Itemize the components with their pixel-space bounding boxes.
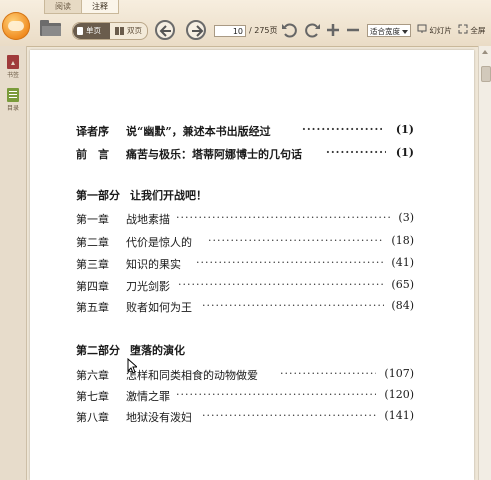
toc-entry-page: (84): [391, 299, 414, 312]
fullscreen-icon: [458, 24, 468, 34]
toc-entry[interactable]: 第一章 战地素描 ·······························…: [76, 211, 414, 229]
sidebar: 书签 目录: [0, 46, 27, 480]
toc-entry-page: (3): [398, 211, 414, 224]
double-page-label: 双页: [127, 26, 142, 35]
toc-leader: ········································…: [202, 409, 376, 422]
page-number-input[interactable]: 10: [214, 25, 246, 37]
bookmark-icon: [7, 55, 19, 69]
toc-icon: [7, 88, 19, 102]
toc-leader: ········································…: [176, 211, 390, 224]
toc-entry-page: (120): [384, 388, 414, 401]
toc-entry[interactable]: 第二章 代价是惊人的 ·····························…: [76, 234, 414, 252]
toc-entry[interactable]: 第八章 地狱没有泼妇 ·····························…: [76, 409, 414, 427]
toc-entry-label: 第八章: [76, 411, 109, 424]
slideshow-button[interactable]: 幻灯片: [417, 24, 452, 37]
toc-entry-title: 败者如何为王: [126, 301, 192, 314]
sidebar-item-bookmarks[interactable]: 书签: [2, 55, 24, 79]
zoom-mode-value: 适合宽度: [370, 27, 400, 36]
fullscreen-button[interactable]: 全屏: [458, 24, 485, 37]
rotate-right-icon[interactable]: [303, 21, 321, 39]
toc-part-label: 第二部分: [76, 344, 120, 357]
double-page-button[interactable]: 双页: [110, 23, 147, 39]
zoom-mode-select[interactable]: 适合宽度: [367, 24, 411, 37]
toc-entry-page: (1): [395, 123, 414, 136]
toc-entry-label: 第一章: [76, 213, 109, 226]
single-page-icon: [77, 27, 83, 35]
page-view-toggle: 单页 双页: [72, 22, 148, 40]
toc-leader: ········································…: [202, 299, 384, 312]
toc-entry-title: 刀光剑影: [126, 280, 170, 293]
prev-page-button[interactable]: [155, 20, 175, 40]
sidebar-item-toc[interactable]: 目录: [2, 88, 24, 112]
sidebar-item-label: 书签: [6, 72, 19, 79]
double-page-icon: [115, 27, 119, 35]
toc-leader: ········································…: [178, 278, 384, 291]
tab-read[interactable]: 阅读: [44, 0, 82, 14]
mouse-cursor-icon: [127, 358, 137, 374]
toc-entry-page: (1): [395, 146, 414, 159]
sidebar-item-label: 目录: [6, 105, 19, 112]
total-pages: / 275页: [249, 26, 278, 35]
toc-entry-label: 前 言: [76, 148, 109, 161]
toc-entry-title: 激情之罪: [126, 390, 170, 403]
toc-entry-page: (41): [391, 256, 414, 269]
toc-entry[interactable]: 第七章 激情之罪 ·······························…: [76, 388, 414, 406]
toc-entry-title: 知识的果实: [126, 258, 181, 271]
toc-part-title: 堕落的演化: [130, 344, 185, 357]
toc-leader: ·······································: [302, 123, 382, 136]
toc-entry-page: (107): [384, 367, 414, 380]
toc-leader: ········································…: [176, 388, 376, 401]
toc-entry-label: 第四章: [76, 280, 109, 293]
rotate-left-icon[interactable]: [281, 21, 299, 39]
toc-entry-title: 代价是惊人的: [126, 236, 192, 249]
toc-leader: ································: [280, 367, 376, 380]
toc-part-heading[interactable]: 第一部分 让我们开战吧！: [76, 187, 207, 203]
toc-entry-page: (65): [391, 278, 414, 291]
toc-entry[interactable]: 译者序 说“幽默”，兼述本书出版经过 ·····················…: [76, 123, 414, 141]
toc-entry-label: 第五章: [76, 301, 109, 314]
toc-entry[interactable]: 第四章 刀光剑影 ·······························…: [76, 278, 414, 296]
chevron-down-icon: [402, 30, 408, 34]
slideshow-icon: [417, 24, 427, 33]
toc-part-title: 让我们开战吧！: [130, 189, 207, 202]
toolbar: 阅读 注释 单页 双页 10 / 275页 适合宽度 幻灯片 全屏: [0, 0, 491, 47]
toc-entry-label: 第七章: [76, 390, 109, 403]
mode-tabs: 阅读 注释: [44, 0, 119, 14]
toc-entry[interactable]: 第五章 败者如何为王 ·····························…: [76, 299, 414, 317]
toc-entry[interactable]: 前 言 痛苦与极乐：塔蒂阿娜博士的几句话 ···················…: [76, 146, 414, 164]
tab-annotate[interactable]: 注释: [81, 0, 119, 14]
scroll-thumb[interactable]: [481, 66, 491, 82]
single-page-label: 单页: [86, 26, 101, 35]
toc-part-label: 第一部分: [76, 189, 120, 202]
arrow-right-icon: [192, 25, 204, 37]
toc-entry-page: (18): [391, 234, 414, 247]
toc-entry-label: 第三章: [76, 258, 109, 271]
toc-entry-page: (141): [384, 409, 414, 422]
toc-leader: ·······························: [326, 146, 386, 159]
toc-entry-title: 痛苦与极乐：塔蒂阿娜博士的几句话: [126, 148, 302, 161]
toc-entry-label: 译者序: [76, 125, 109, 138]
toc-leader: ········································…: [208, 234, 384, 247]
toc-entry-label: 第二章: [76, 236, 109, 249]
app-logo[interactable]: [2, 12, 30, 40]
toc-entry-title: 战地素描: [126, 213, 170, 226]
toc-entry-title: 说“幽默”，兼述本书出版经过: [126, 125, 271, 138]
fullscreen-label: 全屏: [470, 26, 486, 35]
zoom-out-icon[interactable]: [344, 21, 362, 39]
vertical-scrollbar[interactable]: [478, 46, 491, 480]
arrow-left-icon: [159, 25, 171, 37]
single-page-button[interactable]: 单页: [73, 23, 110, 39]
toc-entry-label: 第六章: [76, 369, 109, 382]
toc-entry[interactable]: 第三章 知识的果实 ······························…: [76, 256, 414, 274]
slideshow-label: 幻灯片: [429, 26, 452, 35]
open-folder-icon[interactable]: [40, 20, 61, 36]
toc-entry-title: 地狱没有泼妇: [126, 411, 192, 424]
zoom-in-icon[interactable]: [324, 21, 342, 39]
next-page-button[interactable]: [186, 20, 206, 40]
scroll-up-icon[interactable]: [482, 50, 488, 54]
toc-leader: ········································…: [196, 256, 384, 269]
toc-entry-title: 怎样和同类相食的动物做爱: [126, 369, 258, 382]
toc-part-heading[interactable]: 第二部分 堕落的演化: [76, 342, 185, 358]
